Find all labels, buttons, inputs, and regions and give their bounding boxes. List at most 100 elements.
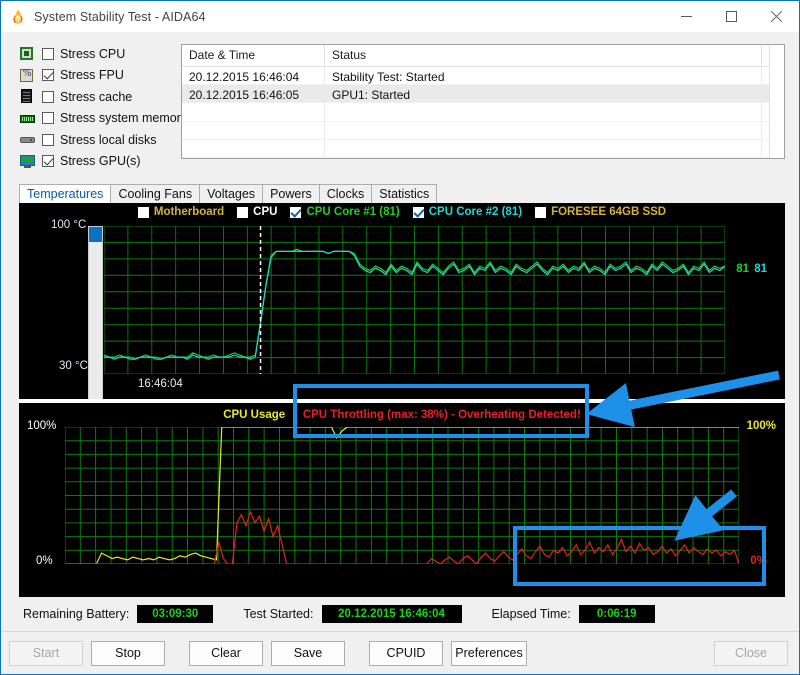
legend-item-cpu-core-2[interactable]: CPU Core #2 (81) — [412, 206, 523, 218]
temperature-chart-panel: Motherboard CPU CPU Core #1 (81) CPU Cor… — [19, 203, 785, 415]
title-bar: System Stability Test - AIDA64 — [1, 1, 799, 32]
legend-checkbox-motherboard[interactable] — [137, 206, 149, 218]
maximize-icon[interactable] — [709, 1, 754, 32]
stop-button[interactable]: Stop — [91, 640, 165, 666]
log-cell-status: Stability Test: Started — [325, 67, 762, 85]
stress-disks-checkbox[interactable] — [42, 133, 54, 146]
stress-cpu-checkbox[interactable] — [42, 47, 54, 60]
clear-button[interactable]: Clear — [189, 640, 263, 666]
stress-memory-label: Stress system memory — [60, 111, 188, 125]
cpu-chip-icon — [19, 46, 36, 61]
elapsed-time-value: 0:06:19 — [578, 605, 655, 623]
stress-option-fpu[interactable]: Stress FPU — [19, 66, 167, 85]
window-controls — [664, 1, 799, 32]
table-row-empty — [182, 121, 784, 140]
usage-title-label: CPU Usage — [223, 409, 286, 421]
hard-disk-icon — [19, 132, 36, 147]
window-client-area: Stress CPU Stress FPU Stress cache Stres… — [1, 32, 799, 674]
stress-cpu-label: Stress CPU — [60, 46, 126, 61]
legend-checkbox-ssd[interactable] — [535, 206, 547, 218]
tab-powers[interactable]: Powers — [262, 184, 320, 203]
tab-clocks[interactable]: Clocks — [318, 184, 373, 203]
tab-cooling-fans[interactable]: Cooling Fans — [110, 184, 201, 203]
stress-memory-checkbox[interactable] — [42, 112, 54, 124]
legend-label-cpu: CPU — [253, 206, 278, 218]
usage-chart-panel: CPU Usage | CPU Throttling (max: 38%) - … — [19, 403, 785, 597]
legend-checkbox-cpu[interactable] — [237, 206, 249, 218]
log-col-datetime: Date & Time — [182, 45, 325, 66]
usage-title-separator: | — [292, 409, 296, 421]
temperature-scrollbar[interactable] — [88, 226, 103, 415]
usage-chart-title: CPU Usage | CPU Throttling (max: 38%) - … — [19, 409, 785, 421]
stress-cache-checkbox[interactable] — [42, 90, 54, 103]
temperature-legend: Motherboard CPU CPU Core #1 (81) CPU Cor… — [19, 206, 785, 218]
stress-option-disks[interactable]: Stress local disks — [19, 130, 167, 149]
charts-container: Motherboard CPU CPU Core #1 (81) CPU Cor… — [19, 203, 785, 597]
preferences-button[interactable]: Preferences — [451, 640, 527, 666]
table-row[interactable]: 20.12.2015 16:46:04 Stability Test: Star… — [182, 67, 784, 86]
close-button[interactable]: Close — [714, 640, 788, 666]
log-scrollbar[interactable] — [769, 45, 784, 158]
stress-options-list: Stress CPU Stress FPU Stress cache Stres… — [19, 44, 187, 173]
temp-axis-bottom-label: 30 °C — [59, 360, 88, 372]
usage-axis-top-right: 100% — [746, 420, 776, 432]
fpu-chip-icon — [19, 68, 36, 83]
stress-option-cpu[interactable]: Stress CPU — [19, 44, 167, 63]
cpuid-button[interactable]: CPUID — [369, 640, 443, 666]
temp-current-core2: 81 — [754, 263, 767, 275]
usage-axis-bottom-right: 0% — [750, 555, 767, 567]
gpu-monitor-icon — [19, 154, 36, 169]
table-row-empty — [182, 103, 784, 122]
memory-module-icon — [19, 111, 36, 126]
log-cell-datetime: 20.12.2015 16:46:05 — [182, 85, 325, 103]
aida64-system-stability-window: System Stability Test - AIDA64 Stress CP… — [0, 0, 800, 675]
legend-label-motherboard: Motherboard — [153, 206, 225, 218]
legend-item-cpu-core-1[interactable]: CPU Core #1 (81) — [290, 206, 400, 218]
close-icon[interactable] — [754, 1, 799, 32]
tab-temperatures[interactable]: Temperatures — [19, 184, 112, 203]
legend-label-ssd: FORESEE 64GB SSD — [551, 206, 667, 218]
temperature-plot-svg — [104, 226, 725, 374]
legend-checkbox-cpu-core-1[interactable] — [290, 206, 302, 218]
log-header-row: Date & Time Status — [182, 45, 784, 67]
status-row: Remaining Battery: 03:09:30 Test Started… — [1, 597, 799, 631]
stress-disks-label: Stress local disks — [60, 132, 157, 147]
stress-option-memory[interactable]: Stress system memory — [19, 109, 187, 128]
temperature-plot — [88, 226, 725, 415]
event-log-table[interactable]: Date & Time Status 20.12.2015 16:46:04 S… — [181, 44, 785, 159]
legend-item-ssd[interactable]: FORESEE 64GB SSD — [535, 206, 666, 218]
log-col-status: Status — [325, 45, 762, 66]
usage-axis-top-left: 100% — [27, 420, 57, 432]
test-started-label: Test Started: — [243, 607, 314, 621]
legend-item-cpu[interactable]: CPU — [237, 206, 277, 218]
stress-cache-label: Stress cache — [60, 89, 133, 104]
save-button[interactable]: Save — [271, 640, 345, 666]
stress-option-cache[interactable]: Stress cache — [19, 87, 167, 106]
legend-label-cpu-core-2: CPU Core #2 (81) — [428, 206, 523, 218]
usage-plot — [65, 427, 739, 564]
table-row[interactable]: 20.12.2015 16:46:05 GPU1: Started — [182, 85, 784, 104]
window-title: System Stability Test - AIDA64 — [34, 9, 206, 24]
cache-icon — [19, 89, 36, 104]
legend-checkbox-cpu-core-2[interactable] — [412, 206, 424, 218]
temp-axis-top-label: 100 °C — [51, 219, 87, 231]
test-started-value: 20.12.2015 16:46:04 — [321, 605, 462, 623]
battery-value: 03:09:30 — [137, 605, 214, 623]
tab-statistics[interactable]: Statistics — [371, 184, 438, 203]
log-cell-status: GPU1: Started — [325, 85, 762, 103]
log-cell-datetime: 20.12.2015 16:46:04 — [182, 67, 325, 85]
button-bar: Start Stop Clear Save CPUID Preferences … — [1, 631, 799, 674]
stress-fpu-label: Stress FPU — [60, 68, 124, 82]
temp-current-core1: 81 — [736, 263, 749, 275]
elapsed-time-label: Elapsed Time: — [491, 607, 571, 621]
stress-gpu-checkbox[interactable] — [42, 155, 54, 167]
stress-fpu-checkbox[interactable] — [42, 69, 54, 81]
battery-label: Remaining Battery: — [23, 607, 130, 621]
start-button[interactable]: Start — [9, 640, 83, 666]
tab-voltages[interactable]: Voltages — [199, 184, 264, 203]
legend-item-motherboard[interactable]: Motherboard — [137, 206, 225, 218]
minimize-icon[interactable] — [664, 1, 709, 32]
top-area: Stress CPU Stress FPU Stress cache Stres… — [1, 32, 799, 179]
scrollbar-thumb[interactable] — [89, 227, 102, 242]
stress-option-gpu[interactable]: Stress GPU(s) — [19, 152, 167, 171]
